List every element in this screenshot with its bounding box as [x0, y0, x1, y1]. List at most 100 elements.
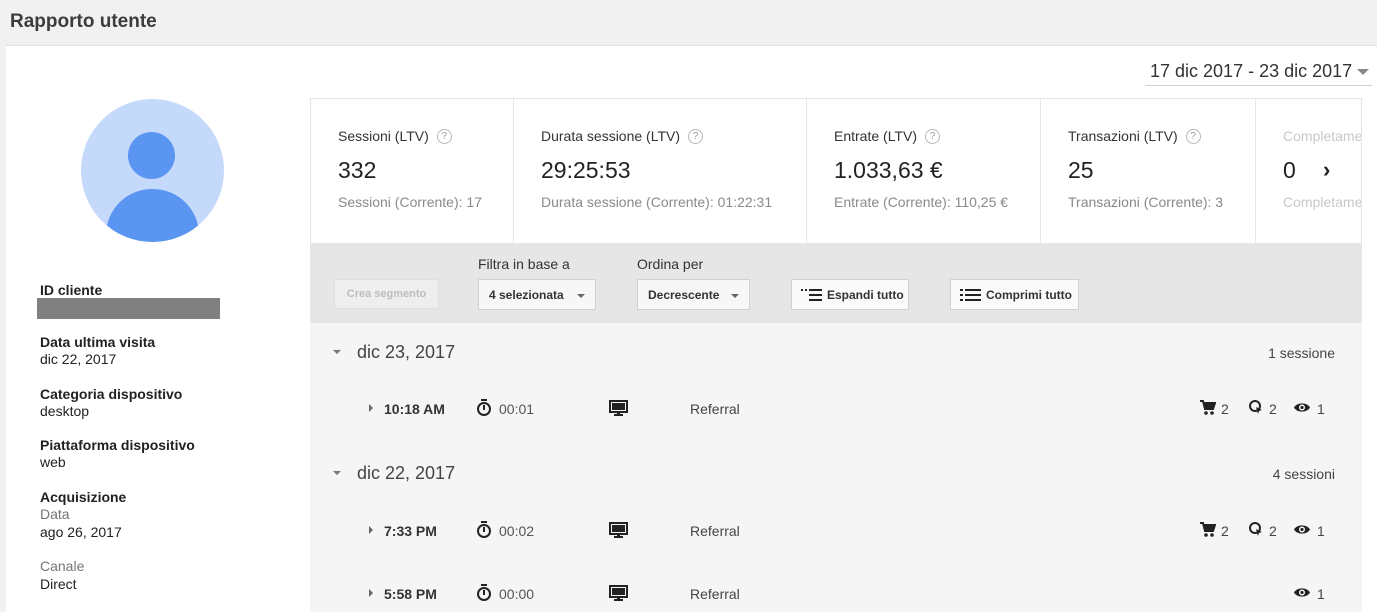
session-source: Referral	[690, 523, 740, 539]
metric-sessions: Sessioni (LTV)? 332 Sessioni (Corrente):…	[311, 99, 514, 243]
sort-select[interactable]: Decrescente	[637, 279, 750, 310]
sort-label: Ordina per	[637, 256, 704, 272]
expand-all-button[interactable]: Espandi tutto	[791, 279, 909, 310]
view-count: 1	[1317, 586, 1325, 602]
session-list: dic 23, 2017 1 sessione 10:18 AM 00:01 R…	[310, 323, 1362, 612]
metrics-strip: Sessioni (LTV)? 332 Sessioni (Corrente):…	[310, 98, 1362, 243]
user-report-card: 17 dic 2017 - 23 dic 2017 ID cliente Dat…	[6, 45, 1377, 612]
day-date: dic 23, 2017	[357, 342, 456, 362]
session-duration: 00:01	[499, 401, 535, 417]
cart-count: 2	[1221, 401, 1229, 417]
desktop-icon	[609, 585, 628, 601]
acquisition-label: Acquisizione	[40, 489, 127, 505]
view-count: 1	[1317, 401, 1325, 417]
sort-select-value: Decrescente	[648, 287, 720, 302]
session-duration: 00:02	[499, 523, 535, 539]
client-id-field: ID cliente	[40, 282, 102, 299]
device-platform-field: Piattaforma dispositivo web	[40, 437, 195, 471]
session-time: 7:33 PM	[384, 523, 437, 539]
help-icon[interactable]: ?	[688, 128, 704, 144]
chevron-down-icon	[577, 294, 585, 298]
collapse-triangle-icon[interactable]	[333, 350, 341, 354]
collapse-triangle-icon[interactable]	[333, 471, 341, 475]
metric-value: 1.033,63 €	[834, 157, 943, 183]
help-icon[interactable]: ?	[1185, 128, 1201, 144]
eye-icon	[1294, 403, 1310, 412]
avatar	[81, 99, 224, 242]
last-visit-value: dic 22, 2017	[40, 351, 117, 367]
acquisition-field: Acquisizione Data ago 26, 2017 Canale Di…	[40, 489, 126, 593]
session-row[interactable]: 10:18 AM 00:01 Referral 2 2 1	[310, 394, 1362, 424]
metric-session-duration: Durata sessione (LTV)? 29:25:53 Durata s…	[514, 99, 807, 243]
expand-list-icon	[801, 288, 822, 301]
desktop-icon	[609, 400, 628, 416]
acquisition-channel-value: Direct	[40, 576, 77, 592]
session-row[interactable]: 5:58 PM 00:00 Referral 1	[310, 579, 1362, 609]
eye-icon	[1294, 525, 1310, 534]
device-platform-value: web	[40, 454, 66, 470]
acquisition-channel-label: Canale	[40, 558, 85, 574]
session-duration: 00:00	[499, 586, 535, 602]
chevron-down-icon	[1357, 69, 1369, 75]
expand-triangle-icon[interactable]	[369, 404, 373, 412]
device-platform-label: Piattaforma dispositivo	[40, 437, 195, 453]
shopping-cart-icon	[1200, 400, 1216, 415]
expand-triangle-icon[interactable]	[369, 589, 373, 597]
session-row[interactable]: 7:33 PM 00:02 Referral 2 2 1	[310, 516, 1362, 546]
view-count: 1	[1317, 523, 1325, 539]
collapse-all-button[interactable]: Comprimi tutto	[950, 279, 1079, 310]
chevron-right-icon[interactable]: ›	[1323, 157, 1330, 183]
avatar-head	[128, 132, 175, 179]
goal-pointer-icon	[1249, 522, 1262, 536]
metric-label: Transazioni (LTV)	[1068, 128, 1178, 144]
day-date: dic 22, 2017	[357, 463, 456, 483]
chevron-down-icon	[731, 294, 739, 298]
list-icon	[960, 288, 981, 301]
metric-value: 29:25:53	[541, 157, 631, 183]
shopping-cart-icon	[1200, 522, 1216, 537]
metric-label: Entrate (LTV)	[834, 128, 917, 144]
stopwatch-icon	[477, 521, 491, 538]
help-icon[interactable]: ?	[925, 128, 940, 144]
stopwatch-icon	[477, 399, 491, 416]
cart-count: 2	[1221, 523, 1229, 539]
session-toolbar: Crea segmento Filtra in base a 4 selezio…	[310, 243, 1362, 323]
device-category-label: Categoria dispositivo	[40, 386, 183, 402]
page-title: Rapporto utente	[10, 11, 157, 32]
metric-current: Transazioni (Corrente): 3	[1068, 194, 1224, 210]
metric-current: Entrate (Corrente): 110,25 €	[834, 194, 1009, 210]
date-range-text: 17 dic 2017 - 23 dic 2017	[1150, 61, 1353, 81]
session-source: Referral	[690, 586, 740, 602]
session-source: Referral	[690, 401, 740, 417]
metric-label: Sessioni (LTV)	[338, 128, 429, 144]
day-header[interactable]: dic 23, 2017 1 sessione	[310, 333, 1362, 373]
eye-icon	[1294, 588, 1310, 597]
day-header[interactable]: dic 22, 2017 4 sessioni	[310, 454, 1362, 494]
client-id-redacted-value	[37, 298, 220, 319]
expand-triangle-icon[interactable]	[369, 526, 373, 534]
metric-current: Completame	[1283, 194, 1362, 210]
goal-pointer-icon	[1249, 400, 1262, 414]
last-visit-label: Data ultima visita	[40, 334, 156, 350]
metric-current: Durata sessione (Corrente): 01:22:31	[541, 194, 773, 210]
metric-revenue: Entrate (LTV)? 1.033,63 € Entrate (Corre…	[807, 99, 1041, 243]
device-category-field: Categoria dispositivo desktop	[40, 386, 182, 420]
filter-select[interactable]: 4 selezionata	[478, 279, 596, 310]
filter-select-value: 4 selezionata	[489, 287, 564, 302]
goal-count: 2	[1269, 523, 1277, 539]
session-time: 10:18 AM	[384, 401, 445, 417]
client-id-label: ID cliente	[40, 282, 103, 298]
date-range-picker[interactable]: 17 dic 2017 - 23 dic 2017	[1145, 58, 1372, 86]
metric-value: 332	[338, 157, 377, 183]
metric-label: Completame	[1283, 128, 1362, 144]
device-category-value: desktop	[40, 403, 90, 419]
day-session-count: 1 sessione	[1268, 345, 1335, 361]
stopwatch-icon	[477, 584, 491, 601]
help-icon[interactable]: ?	[436, 128, 452, 144]
metric-current: Sessioni (Corrente): 17	[338, 194, 482, 210]
metric-label: Durata sessione (LTV)	[541, 128, 681, 144]
expand-all-label: Espandi tutto	[827, 287, 904, 302]
metric-value: 25	[1068, 157, 1094, 183]
goal-count: 2	[1269, 401, 1277, 417]
filter-label: Filtra in base a	[478, 256, 570, 272]
